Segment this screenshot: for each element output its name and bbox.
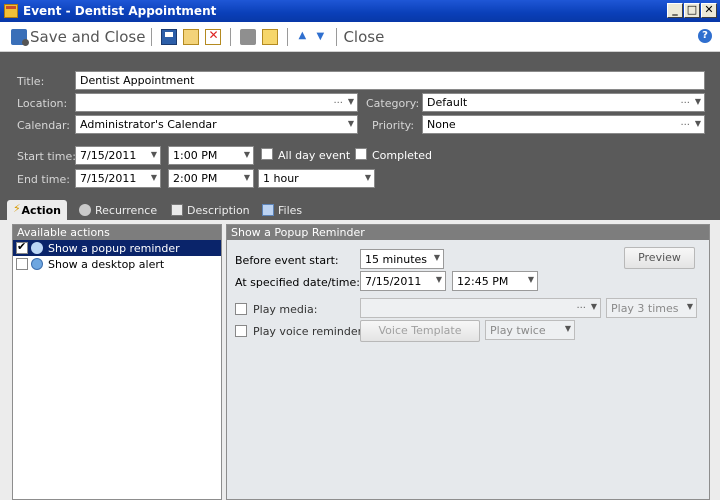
start-date-dropdown[interactable]: 7/15/2011 — [75, 146, 161, 165]
popup-reminder-label: Show a popup reminder — [48, 241, 180, 255]
location-label: Location: — [17, 97, 68, 110]
calendar-dropdown[interactable]: Administrator's Calendar — [75, 115, 358, 134]
media-file-dropdown[interactable]: ... — [360, 298, 601, 318]
before-event-label: Before event start: — [235, 254, 339, 267]
before-event-dropdown[interactable]: 15 minutes — [360, 249, 444, 269]
previous-arrow-icon[interactable] — [297, 30, 309, 43]
minimize-button[interactable]: _ — [667, 3, 683, 18]
close-label: Close — [343, 27, 385, 46]
voice-template-button[interactable]: Voice Template — [360, 320, 480, 342]
end-time-label: End time: — [17, 173, 70, 186]
tab-strip: Action Recurrence Description Files — [0, 198, 720, 220]
toolbar-separator — [151, 27, 153, 46]
available-actions-header: Available actions — [13, 225, 221, 240]
action-popup-reminder[interactable]: Show a popup reminder — [13, 240, 221, 256]
tab-recurrence-label: Recurrence — [95, 203, 158, 217]
location-browse-button[interactable]: ... — [333, 95, 343, 106]
save-and-close-label: Save and Close — [30, 27, 146, 46]
close-window-button[interactable]: ✕ — [701, 3, 717, 18]
event-form: Title: Dentist Appointment Location: ...… — [0, 52, 720, 198]
all-day-checkbox[interactable] — [261, 148, 273, 160]
toolbar: Save and Close Close ? — [0, 22, 720, 52]
calendar-icon — [4, 4, 18, 18]
mail-icon[interactable] — [262, 28, 279, 45]
end-time-dropdown[interactable]: 2:00 PM — [168, 169, 254, 188]
window-title-bar[interactable]: Event - Dentist Appointment _ □ ✕ — [0, 0, 720, 22]
start-time-dropdown[interactable]: 1:00 PM — [168, 146, 254, 165]
completed-label: Completed — [372, 149, 432, 162]
category-browse-button[interactable]: ... — [680, 95, 690, 106]
save-icon[interactable] — [161, 28, 178, 45]
category-dropdown[interactable]: Default ... — [422, 93, 705, 112]
completed-checkbox[interactable] — [355, 148, 367, 160]
lightning-icon — [13, 202, 20, 216]
available-actions-panel: Available actions Show a popup reminder … — [12, 224, 222, 500]
category-value: Default — [427, 96, 468, 109]
toolbar-separator — [230, 27, 232, 46]
tab-description[interactable]: Description — [165, 200, 256, 220]
all-day-label: All day event — [278, 149, 351, 162]
popup-reminder-checkbox[interactable] — [16, 240, 28, 254]
title-input[interactable]: Dentist Appointment — [75, 71, 705, 90]
end-date-dropdown[interactable]: 7/15/2011 — [75, 169, 161, 188]
tab-files[interactable]: Files — [256, 200, 308, 220]
tab-files-label: Files — [278, 203, 303, 217]
play-media-checkbox[interactable] — [235, 303, 247, 315]
location-dropdown[interactable]: ... — [75, 93, 358, 112]
tab-recurrence[interactable]: Recurrence — [73, 200, 163, 220]
tab-content: Available actions Show a popup reminder … — [0, 220, 720, 500]
preview-button[interactable]: Preview — [624, 247, 695, 269]
description-icon — [171, 204, 183, 216]
next-arrow-icon[interactable] — [315, 31, 327, 43]
action-desktop-alert[interactable]: Show a desktop alert — [13, 256, 221, 272]
title-label: Title: — [17, 75, 45, 88]
toolbar-separator — [287, 27, 289, 46]
reminder-date-dropdown[interactable]: 7/15/2011 — [360, 271, 446, 291]
media-browse-button[interactable]: ... — [576, 300, 586, 311]
toolbar-separator — [336, 27, 338, 46]
reminder-time-dropdown[interactable]: 12:45 PM — [452, 271, 538, 291]
desktop-alert-checkbox[interactable] — [16, 258, 28, 270]
start-time-label: Start time: — [17, 150, 76, 163]
calendar-label: Calendar: — [17, 119, 70, 132]
delete-icon[interactable] — [205, 28, 222, 45]
recurrence-icon — [79, 204, 91, 216]
category-label: Category: — [366, 97, 420, 110]
priority-browse-button[interactable]: ... — [680, 117, 690, 128]
priority-label: Priority: — [372, 119, 415, 132]
alarm-clock-icon — [31, 258, 43, 270]
popup-icon — [31, 242, 43, 254]
tab-action-label: Action — [21, 203, 61, 217]
voice-repeat-dropdown[interactable]: Play twice — [485, 320, 575, 340]
play-media-label: Play media: — [253, 303, 318, 316]
recurrence-icon[interactable] — [183, 28, 200, 45]
media-repeat-dropdown[interactable]: Play 3 times — [606, 298, 697, 318]
specified-datetime-label: At specified date/time: — [235, 276, 360, 289]
files-icon — [262, 204, 274, 216]
popup-reminder-panel: Show a Popup Reminder Before event start… — [226, 224, 710, 500]
priority-value: None — [427, 118, 456, 131]
save-and-close-button[interactable]: Save and Close — [8, 28, 145, 46]
tab-action[interactable]: Action — [7, 200, 67, 220]
print-icon[interactable] — [240, 28, 257, 45]
priority-dropdown[interactable]: None ... — [422, 115, 705, 134]
window-controls: _ □ ✕ — [667, 3, 717, 18]
close-button[interactable]: Close — [343, 28, 384, 46]
maximize-button[interactable]: □ — [684, 3, 700, 18]
help-icon[interactable]: ? — [698, 29, 712, 43]
popup-reminder-header: Show a Popup Reminder — [227, 225, 709, 240]
save-close-icon — [11, 28, 29, 46]
window-title: Event - Dentist Appointment — [23, 4, 217, 18]
desktop-alert-label: Show a desktop alert — [48, 257, 165, 271]
tab-description-label: Description — [187, 203, 250, 217]
duration-dropdown[interactable]: 1 hour — [258, 169, 375, 188]
play-voice-checkbox[interactable] — [235, 325, 247, 337]
play-voice-label: Play voice reminder: — [253, 325, 366, 338]
